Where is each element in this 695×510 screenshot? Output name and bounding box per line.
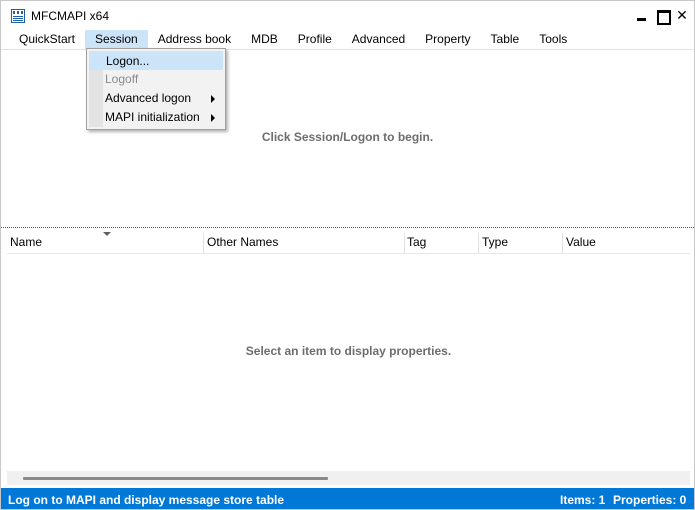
maximize-button[interactable] xyxy=(656,7,671,25)
menu-item-advanced-logon-label: Advanced logon xyxy=(105,91,192,105)
column-header-other-names[interactable]: Other Names xyxy=(204,235,278,253)
menu-item-advanced-logon[interactable]: Advanced logon xyxy=(89,89,223,108)
main-window: MFCMAPI x64 ✕ QuickStart Session Address… xyxy=(0,0,695,510)
sort-arrow-icon xyxy=(103,232,111,236)
app-icon xyxy=(11,9,25,23)
pane-splitter[interactable] xyxy=(1,227,694,228)
status-message: Log on to MAPI and display message store… xyxy=(8,493,285,507)
window-controls: ✕ xyxy=(636,7,688,25)
column-header-tag[interactable]: Tag xyxy=(404,235,426,253)
menu-item-mapi-initialization[interactable]: MAPI initialization xyxy=(89,108,223,127)
menu-item-logoff: Logoff xyxy=(89,70,223,89)
menu-tools[interactable]: Tools xyxy=(529,30,577,49)
scrollbar-thumb[interactable] xyxy=(23,477,328,480)
column-header-name[interactable]: Name xyxy=(7,235,42,253)
menu-item-mapi-initialization-label: MAPI initialization xyxy=(105,110,200,124)
menu-session[interactable]: Session xyxy=(85,29,148,49)
column-header-value[interactable]: Value xyxy=(563,235,596,253)
menu-item-logon-label: Logon... xyxy=(106,54,150,68)
list-header: Name Other Names Tag Type Value xyxy=(7,231,690,254)
menu-table[interactable]: Table xyxy=(481,30,530,49)
status-items-count: Items: 1 xyxy=(560,493,606,507)
menu-item-logoff-label: Logoff xyxy=(105,72,139,86)
menu-item-logon[interactable]: Logon... xyxy=(89,51,223,70)
menu-advanced[interactable]: Advanced xyxy=(342,30,415,49)
menu-mdb[interactable]: MDB xyxy=(241,30,288,49)
menu-address-book[interactable]: Address book xyxy=(148,30,241,49)
submenu-arrow-icon xyxy=(211,95,215,103)
horizontal-scrollbar[interactable] xyxy=(7,471,690,485)
status-properties-count: Properties: 0 xyxy=(613,493,687,507)
window-title: MFCMAPI x64 xyxy=(31,9,110,23)
column-header-type[interactable]: Type xyxy=(479,235,508,253)
property-list-hint: Select an item to display properties. xyxy=(245,344,452,358)
menu-profile[interactable]: Profile xyxy=(288,30,342,49)
top-pane-hint: Click Session/Logon to begin. xyxy=(261,130,434,144)
menu-bar: QuickStart Session Address book MDB Prof… xyxy=(1,29,694,49)
minimize-button[interactable] xyxy=(636,7,648,23)
session-dropdown-menu: Logon... Logoff Advanced logon MAPI init… xyxy=(86,48,226,130)
property-list[interactable]: Name Other Names Tag Type Value Select a… xyxy=(7,231,690,485)
menu-quickstart[interactable]: QuickStart xyxy=(9,30,85,49)
status-bar: Log on to MAPI and display message store… xyxy=(1,488,694,509)
submenu-arrow-icon xyxy=(211,114,215,122)
close-button[interactable]: ✕ xyxy=(676,7,688,23)
title-bar[interactable]: MFCMAPI x64 ✕ xyxy=(1,1,694,29)
menu-property[interactable]: Property xyxy=(415,30,480,49)
